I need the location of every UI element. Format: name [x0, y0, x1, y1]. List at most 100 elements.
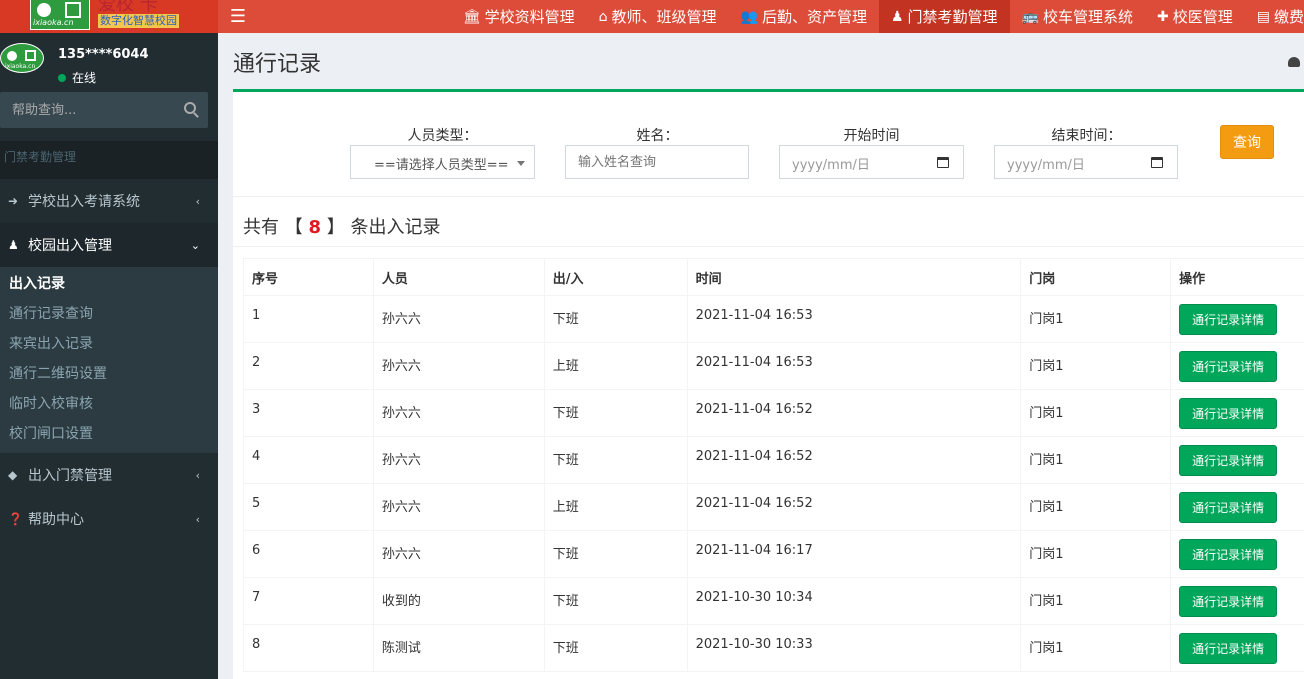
nav-item-payment[interactable]: ▤ 缴费 — [1245, 0, 1304, 33]
nav-item-logistics[interactable]: 👥 后勤、资产管理 — [729, 0, 879, 33]
sidebar-item-access-control[interactable]: ◆ 出入门禁管理 ‹ — [0, 453, 218, 497]
user-name: 135****6044 — [58, 47, 149, 62]
sidebar-subitem-qr-settings[interactable]: 通行二维码设置 — [0, 359, 218, 389]
cell-person: 孙六六 — [372, 530, 545, 578]
detail-button[interactable]: 通行记录详情 — [1179, 304, 1278, 335]
cell-person: 孙六六 — [372, 342, 545, 390]
nav-item-school-bus[interactable]: 🚌 校车管理系统 — [1010, 0, 1145, 33]
person-icon: ♟ — [8, 238, 19, 252]
name-label: 姓名： — [636, 128, 679, 144]
plus-icon: ✚ — [1157, 8, 1169, 25]
cell-gate: 门岗1 — [1020, 624, 1172, 672]
calendar-icon[interactable] — [937, 157, 949, 168]
logo-badge: ixiaoka.cn — [30, 0, 90, 30]
column-header-gate: 门岗 — [1020, 258, 1172, 296]
qr-code-icon — [65, 2, 81, 18]
sidebar-subitem-temp-review[interactable]: 临时入校审核 — [0, 389, 218, 419]
start-time-label: 开始时间 — [843, 128, 900, 144]
detail-button[interactable]: 通行记录详情 — [1179, 351, 1278, 382]
cell-gate: 门岗1 — [1020, 295, 1172, 343]
column-header-no: 序号 — [243, 258, 374, 296]
start-date-input[interactable]: yyyy/mm/日 — [779, 145, 964, 179]
cell-person: 收到的 — [372, 577, 545, 625]
nav-item-clinic[interactable]: ✚ 校医管理 — [1145, 0, 1245, 33]
table-header-row: 序号 人员 出/入 时间 门岗 操作 — [243, 258, 1304, 296]
detail-button[interactable]: 通行记录详情 — [1179, 539, 1278, 570]
column-header-action: 操作 — [1170, 258, 1304, 296]
sidebar-item-school-access-leave[interactable]: ➜ 学校出入考请系统 ‹ — [0, 179, 218, 223]
cell-direction: 上班 — [543, 483, 688, 531]
users-icon: 👥 — [740, 8, 758, 25]
search-icon[interactable] — [184, 102, 196, 114]
detail-button[interactable]: 通行记录详情 — [1179, 586, 1278, 617]
cell-action: 通行记录详情 — [1170, 389, 1304, 437]
sidebar-subitem-gate-settings[interactable]: 校门闸口设置 — [0, 419, 218, 449]
home-icon: ⌂ — [598, 8, 608, 25]
id-card-icon: ▤ — [1256, 8, 1270, 25]
cell-time: 2021-11-04 16:52 — [686, 483, 1022, 531]
sidebar-subitem-visitor-records[interactable]: 来宾出入记录 — [0, 329, 218, 359]
cell-time: 2021-10-30 10:33 — [686, 624, 1022, 672]
sign-in-icon: ➜ — [8, 194, 19, 208]
user-icon: ♟ — [890, 8, 904, 25]
cell-no: 5 — [243, 483, 374, 531]
cell-action: 通行记录详情 — [1170, 295, 1304, 343]
record-count-number: 8 — [308, 217, 321, 238]
calendar-icon[interactable] — [1151, 157, 1163, 168]
top-navbar: ixiaoka.cn 爱校 卡 数字化智慧校园 ☰ 🏛 学校资料管理 ⌂ 教师、班级… — [0, 0, 1304, 33]
sidebar-item-help-center[interactable]: ❓ 帮助中心 ‹ — [0, 497, 218, 541]
nav-item-access-attendance[interactable]: ♟ 门禁考勤管理 — [878, 0, 1010, 33]
logo[interactable]: ixiaoka.cn 爱校 卡 数字化智慧校园 — [0, 0, 218, 33]
cell-direction: 下班 — [543, 295, 688, 343]
cell-action: 通行记录详情 — [1170, 577, 1304, 625]
records-box: 人员类型： ==请选择人员类型== 姓名： 开始时间 yyyy/mm/日 结束时… — [233, 89, 1304, 679]
end-date-input[interactable]: yyyy/mm/日 — [994, 145, 1178, 179]
cell-no: 3 — [243, 389, 374, 437]
sidebar-toggle-icon[interactable]: ☰ — [218, 0, 258, 33]
cell-no: 4 — [243, 436, 374, 484]
avatar-domain: ixiaoka.cn — [5, 63, 36, 70]
name-input[interactable] — [565, 145, 749, 179]
dashboard-icon[interactable] — [1288, 57, 1300, 67]
cell-gate: 门岗1 — [1020, 483, 1172, 531]
column-header-person: 人员 — [372, 258, 545, 296]
question-icon: ❓ — [8, 512, 23, 526]
sidebar-subitem-access-records[interactable]: 出入记录 — [0, 269, 218, 299]
cell-direction: 上班 — [543, 342, 688, 390]
detail-button[interactable]: 通行记录详情 — [1179, 492, 1278, 523]
nav-item-school-info[interactable]: 🏛 学校资料管理 — [451, 0, 587, 33]
chevron-left-icon: ‹ — [195, 512, 200, 526]
cell-person: 陈测试 — [372, 624, 545, 672]
cell-action: 通行记录详情 — [1170, 342, 1304, 390]
search-input[interactable] — [0, 92, 170, 128]
person-type-select[interactable]: ==请选择人员类型== — [350, 145, 535, 179]
column-header-time: 时间 — [686, 258, 1022, 296]
chevron-down-icon — [517, 161, 525, 166]
cell-no: 1 — [243, 295, 374, 343]
avatar: ixiaoka.cn — [0, 43, 44, 73]
cell-no: 6 — [243, 530, 374, 578]
detail-button[interactable]: 通行记录详情 — [1179, 398, 1278, 429]
table-row: 5 孙六六 上班 2021-11-04 16:52 门岗1 通行记录详情 — [243, 483, 1304, 531]
detail-button[interactable]: 通行记录详情 — [1179, 445, 1278, 476]
cell-action: 通行记录详情 — [1170, 483, 1304, 531]
cell-gate: 门岗1 — [1020, 436, 1172, 484]
campus-access-submenu: 出入记录 通行记录查询 来宾出入记录 通行二维码设置 临时入校审核 校门闸口设置 — [0, 267, 218, 453]
cell-action: 通行记录详情 — [1170, 436, 1304, 484]
divider — [233, 246, 1304, 247]
detail-button[interactable]: 通行记录详情 — [1179, 633, 1278, 664]
cell-time: 2021-11-04 16:53 — [686, 295, 1022, 343]
sidebar-subitem-pass-query[interactable]: 通行记录查询 — [0, 299, 218, 329]
query-button[interactable]: 查询 — [1220, 125, 1274, 159]
cell-no: 2 — [243, 342, 374, 390]
chevron-down-icon: ⌄ — [190, 238, 200, 252]
person-icon — [37, 3, 51, 17]
table-row: 6 孙六六 下班 2021-11-04 16:17 门岗1 通行记录详情 — [243, 530, 1304, 578]
cell-person: 孙六六 — [372, 295, 545, 343]
chevron-left-icon: ‹ — [195, 194, 200, 208]
logo-domain: ixiaoka.cn — [33, 18, 74, 27]
cell-direction: 下班 — [543, 389, 688, 437]
cell-person: 孙六六 — [372, 389, 545, 437]
nav-item-teacher-class[interactable]: ⌂ 教师、班级管理 — [587, 0, 729, 33]
sidebar-item-campus-access[interactable]: ♟ 校园出入管理 ⌄ — [0, 223, 218, 267]
